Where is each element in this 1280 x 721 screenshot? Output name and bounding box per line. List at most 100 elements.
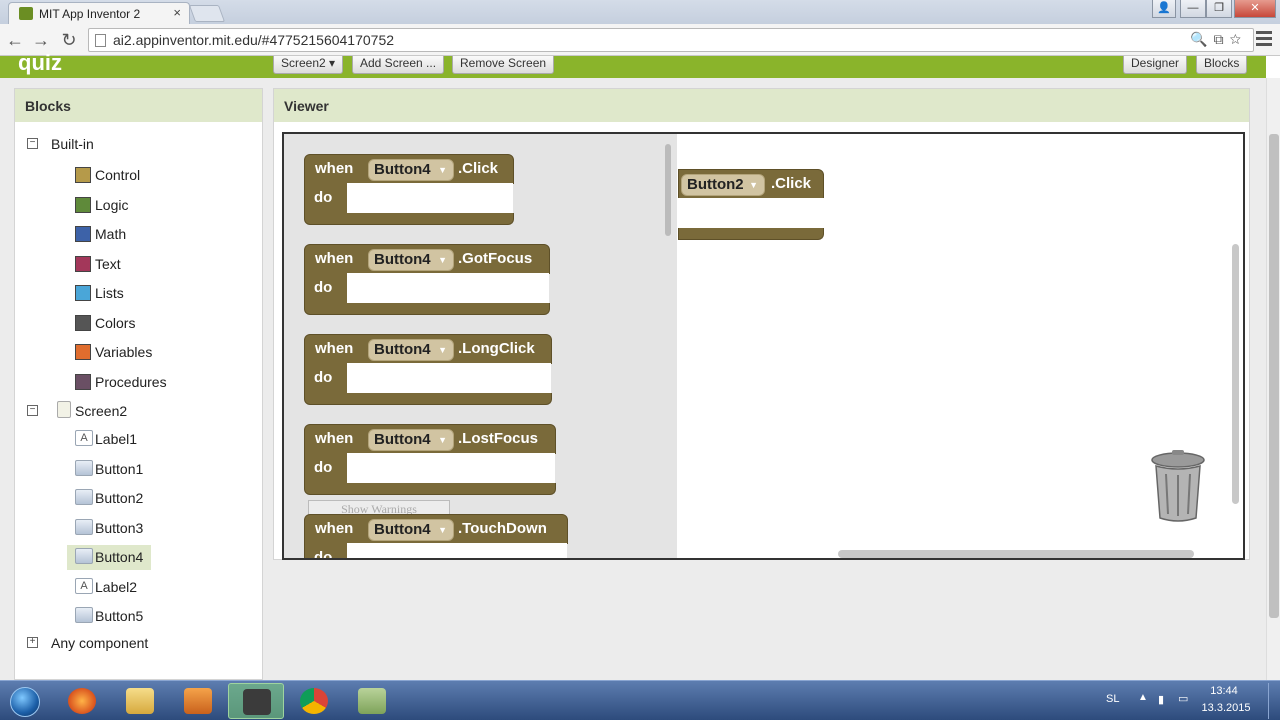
button-icon [75,519,93,535]
clock-date[interactable]: 13.3.2015 [1198,702,1254,714]
screen-dropdown[interactable]: Screen2 ▾ [273,56,344,74]
tab-close-icon[interactable]: × [173,5,181,20]
component-dropdown[interactable]: Button4 ▼ [368,159,454,181]
tree-item-label2[interactable]: A Label2 [75,577,245,597]
scrollbar-thumb[interactable] [1269,134,1279,618]
app-inventor-favicon-icon [19,7,33,20]
blocks-panel-title: Blocks [15,89,262,122]
firefox-icon [68,688,96,714]
minimize-button[interactable]: — [1180,0,1206,18]
viewer-panel: Viewer when Button4 ▼ .Click do when But… [273,88,1250,560]
folder-icon [126,688,154,714]
page-icon [95,34,106,47]
clock-time[interactable]: 13:44 [1204,685,1244,697]
address-bar-actions[interactable]: 🔍⧉☆ [1190,31,1247,48]
tree-item-math[interactable]: Math [75,224,245,244]
designer-button[interactable]: Designer [1123,56,1188,74]
collapse-icon[interactable]: − [27,405,38,416]
project-name: quiz [18,50,62,75]
colors-swatch-icon [75,315,91,331]
start-button[interactable] [2,682,46,720]
do-slot[interactable] [347,183,513,214]
close-window-button[interactable]: ✕ [1234,0,1276,18]
new-tab-button[interactable] [188,5,226,22]
add-screen-button[interactable]: Add Screen ... [352,56,445,74]
bookmark-star-icon[interactable]: ☆ [1230,31,1247,47]
tree-item-button5[interactable]: Button5 [75,606,245,626]
viewer-title: Viewer [274,89,1249,122]
system-tray: SL ▲ ▮ ▭ 13:44 13.3.2015 [1100,681,1280,721]
screen-icon [57,401,71,418]
show-hidden-icons-icon[interactable]: ▲ [1138,692,1148,703]
component-dropdown[interactable]: Button4 ▼ [368,339,454,361]
browser-tab-strip: MIT App Inventor 2 × 👤 — ❐ ✕ [0,0,1280,24]
language-indicator[interactable]: SL [1106,693,1119,705]
do-slot[interactable] [347,453,555,484]
url-text: ai2.appinventor.mit.edu/#477521560417075… [113,32,395,48]
taskbar-app-recorder[interactable] [228,683,284,719]
reload-icon[interactable]: ↻ [58,30,80,50]
tree-item-button1[interactable]: Button1 [75,459,245,479]
text-swatch-icon [75,256,91,272]
taskbar-app-explorer[interactable] [112,683,168,719]
windows-taskbar: SL ▲ ▮ ▭ 13:44 13.3.2015 [0,680,1280,720]
tree-item-label1[interactable]: A Label1 [75,429,245,449]
tree-item-button3[interactable]: Button3 [75,518,245,538]
tree-item-text[interactable]: Text [75,254,245,274]
collapse-icon[interactable]: − [27,138,38,149]
tree-item-colors[interactable]: Colors [75,313,245,333]
tree-item-lists[interactable]: Lists [75,283,245,303]
tree-item-button4[interactable]: Button4 [67,545,151,570]
button-icon [75,489,93,505]
tree-item-control[interactable]: Control [75,165,245,185]
tree-item-screen2[interactable]: − Screen2 [27,401,247,421]
translate-icon[interactable]: ⧉ [1214,31,1230,47]
maximize-button[interactable]: ❐ [1206,0,1232,18]
tree-item-builtin[interactable]: − Built-in [27,134,247,154]
button-icon [75,460,93,476]
workspace-vertical-scrollbar[interactable] [1232,244,1239,504]
tree-item-variables[interactable]: Variables [75,342,245,362]
tree-item-procedures[interactable]: Procedures [75,372,245,392]
main-area: Blocks − Built-in Control Logic Math Tex… [0,78,1266,680]
expand-icon[interactable]: + [27,637,38,648]
component-dropdown[interactable]: Button2 ▼ [681,174,765,196]
taskbar-app-other[interactable] [344,683,400,719]
do-slot[interactable] [678,198,824,229]
camera-icon [243,689,271,715]
address-bar[interactable]: ai2.appinventor.mit.edu/#477521560417075… [88,28,1254,52]
taskbar-app-media[interactable] [170,683,226,719]
browser-tab[interactable]: MIT App Inventor 2 × [8,2,190,24]
back-arrow-icon[interactable]: ← [4,30,26,50]
show-desktop-button[interactable] [1268,683,1278,719]
taskbar-app-firefox[interactable] [54,683,110,719]
tree-item-logic[interactable]: Logic [75,195,245,215]
component-dropdown[interactable]: Button4 ▼ [368,519,454,541]
do-slot[interactable] [347,543,567,558]
workspace-horizontal-scrollbar[interactable] [838,550,1194,558]
search-icon[interactable]: 🔍 [1190,31,1213,47]
tab-title: MIT App Inventor 2 [39,7,141,21]
user-profile-icon[interactable]: 👤 [1152,0,1176,18]
label-icon: A [75,430,93,446]
flyout-scrollbar[interactable] [665,144,671,236]
remove-screen-button[interactable]: Remove Screen [452,56,555,74]
blocks-button[interactable]: Blocks [1196,56,1248,74]
taskbar-app-chrome[interactable] [286,683,342,719]
tree-item-any-component[interactable]: + Any component [27,633,247,653]
do-slot[interactable] [347,273,549,304]
variables-swatch-icon [75,344,91,360]
power-icon[interactable]: ▮ [1158,693,1164,706]
network-icon[interactable]: ▭ [1178,692,1188,705]
forward-arrow-icon[interactable]: → [30,30,52,50]
component-dropdown[interactable]: Button4 ▼ [368,249,454,271]
blocks-workspace[interactable]: when Button4 ▼ .Click do when Button4 ▼ .G… [282,132,1245,560]
page-vertical-scrollbar[interactable] [1266,78,1280,680]
do-slot[interactable] [347,363,551,394]
logic-swatch-icon [75,197,91,213]
browser-menu-icon[interactable] [1256,31,1272,49]
component-dropdown[interactable]: Button4 ▼ [368,429,454,451]
tree-item-button2[interactable]: Button2 [75,488,245,508]
chrome-icon [300,688,328,714]
trash-can-icon[interactable] [1150,450,1206,524]
